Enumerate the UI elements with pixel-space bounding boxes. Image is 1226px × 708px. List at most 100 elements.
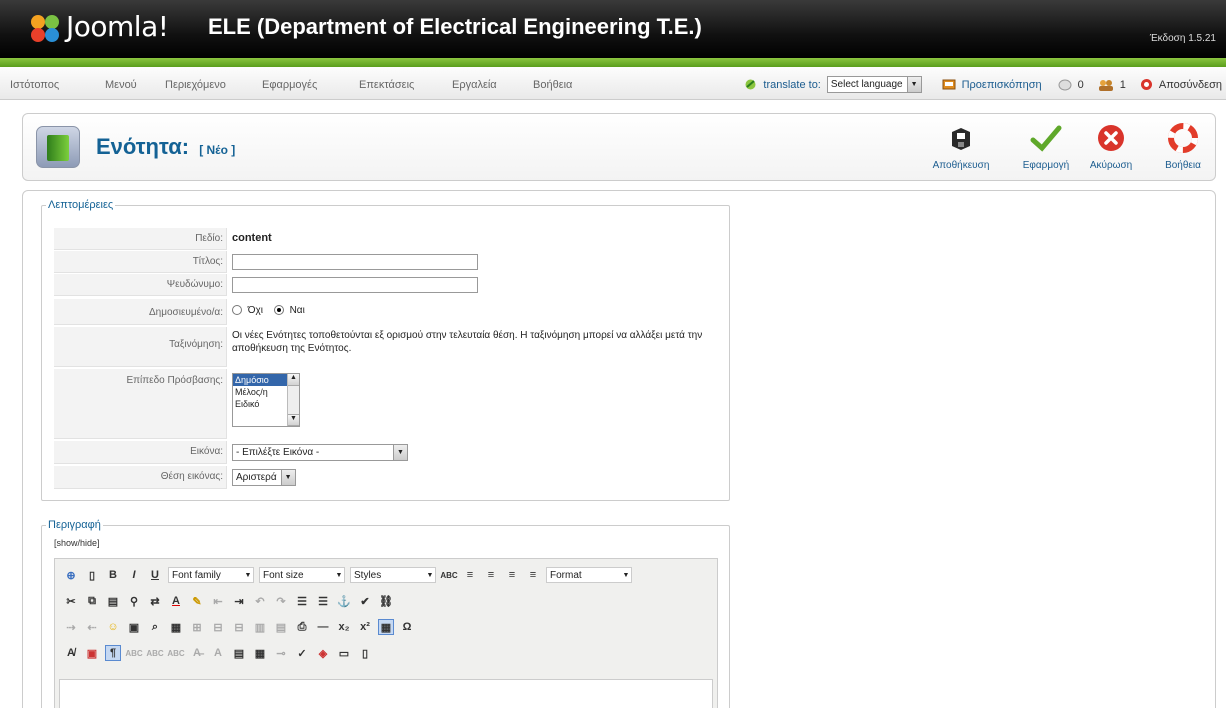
highlight-icon[interactable]: ✎ [189,593,205,609]
align-left-icon[interactable]: ≡ [462,567,478,583]
insert-icon[interactable]: A [210,645,226,661]
menu-item-extensions[interactable]: Επεκτάσεις [359,79,414,91]
find-icon[interactable]: ⚲ [126,593,142,609]
acronym-icon[interactable]: ABC [167,645,184,661]
align-center-icon[interactable]: ≡ [483,567,499,583]
menu-item-tools[interactable]: Εργαλεία [452,79,497,91]
apply-button[interactable]: Εφαρμογή [1014,122,1078,171]
nonbreaking-icon[interactable]: ⊸ [273,645,289,661]
menu-status-area: translate to: Select language ▼ Προεπισκ… [744,76,1222,93]
messages-count[interactable]: 0 [1078,79,1084,91]
cancel-button[interactable]: Ακύρωση [1079,122,1143,171]
table-col-icon[interactable]: ⊟ [231,619,247,635]
special-char-icon[interactable]: Ω [399,619,415,635]
spellcheck-icon[interactable]: ✓ [294,645,310,661]
logout-link[interactable]: Αποσύνδεση [1159,79,1222,91]
editor-content-area[interactable] [59,679,713,708]
image-position-label: Θέση εικόνας: [54,466,227,489]
emoticon-icon[interactable]: ☺ [105,619,121,635]
menu-item-help[interactable]: Βοήθεια [533,79,572,91]
published-no-radio[interactable] [232,305,242,316]
font-family-select[interactable]: Font family ▼ [168,567,254,583]
split-view-icon[interactable]: ▯ [357,645,373,661]
format-select[interactable]: Format ▼ [546,567,632,583]
lifebuoy-help-icon [1167,122,1199,154]
align-justify-icon[interactable]: ≡ [525,567,541,583]
cite-icon[interactable]: ABC [125,645,142,661]
table-row-icon[interactable]: ⊟ [210,619,226,635]
help-button[interactable]: Βοήθεια [1151,122,1215,171]
indent-icon[interactable]: ⇥ [231,593,247,609]
menu-item-components[interactable]: Εφαρμογές [262,79,317,91]
preview-icon[interactable]: ⌕ [147,619,163,635]
undo-icon[interactable]: ↶ [252,593,268,609]
cancel-icon [1095,122,1127,154]
styles-select[interactable]: Styles ▼ [350,567,436,583]
bold-icon[interactable]: B [105,567,121,583]
superscript-icon[interactable]: x² [357,619,373,635]
site-title: ELE (Department of Electrical Engineerin… [208,14,702,39]
table-merge-icon[interactable]: ▤ [273,619,289,635]
alias-input[interactable] [232,277,478,293]
new-document-icon[interactable]: ▯ [84,567,100,583]
replace-icon[interactable]: ⇄ [147,593,163,609]
menu-item-menus[interactable]: Μενού [105,79,137,91]
image-position-select[interactable]: Αριστερά ▼ [232,469,296,486]
title-input[interactable] [232,254,478,270]
menu-item-content[interactable]: Περιεχόμενο [165,79,226,91]
attributes-icon[interactable]: ▤ [231,645,247,661]
abbr-icon[interactable]: ABC [146,645,163,661]
copy-icon[interactable]: ⧉ [84,593,100,609]
italic-icon[interactable]: I [126,567,142,583]
subscript-icon[interactable]: x₂ [336,619,352,635]
show-hide-toggle[interactable]: [show/hide] [54,538,100,548]
access-list-scrollbar[interactable]: ▲ ▼ [287,374,299,426]
layer-icon[interactable]: ▣ [84,645,100,661]
bullet-list-icon[interactable]: ☰ [294,593,310,609]
published-label: Δημοσιευμένο/α: [54,299,227,325]
access-level-list[interactable]: Δημόσιο Μέλος/η Ειδικό ▲ ▼ [232,373,300,427]
preview-link[interactable]: Προεπισκόπηση [962,79,1042,91]
underline-icon[interactable]: U [147,567,163,583]
numbered-list-icon[interactable]: ☰ [315,593,331,609]
table-cell-icon[interactable]: ▥ [252,619,268,635]
template-icon[interactable]: ▦ [252,645,268,661]
align-right-icon[interactable]: ≡ [504,567,520,583]
delete-icon[interactable]: A̶ [189,645,205,661]
code-view-icon[interactable]: ▭ [336,645,352,661]
visual-chars-icon[interactable]: ¶ [105,645,121,661]
pagebreak-icon[interactable]: ◈ [315,645,331,661]
redo-icon[interactable]: ↷ [273,593,289,609]
language-select[interactable]: Select language ▼ [826,76,922,93]
insert-date-icon[interactable]: ▦ [168,619,184,635]
media-icon[interactable]: ▣ [126,619,142,635]
print-icon[interactable]: ⎙ [294,619,310,635]
scroll-up-icon[interactable]: ▲ [288,374,299,386]
table-icon[interactable]: ⊞ [189,619,205,635]
image-select[interactable]: - Επιλέξτε Εικόνα - ▼ [232,444,408,461]
menu-item-site[interactable]: Ιστότοπος [10,79,59,91]
font-size-select[interactable]: Font size ▼ [259,567,345,583]
help-circle-icon[interactable]: ⊕ [63,567,79,583]
horizontal-rule-icon[interactable]: — [315,619,331,635]
chevron-down-icon: ▼ [906,77,921,92]
users-count[interactable]: 1 [1120,79,1126,91]
description-fieldset: Περιγραφή [show/hide] ⊕ ▯ B I U Font fam… [41,519,730,708]
outdent-icon[interactable]: ⇤ [210,593,226,609]
paste-icon[interactable]: ▤ [105,593,121,609]
published-yes-radio[interactable] [273,305,284,316]
strikethrough-icon[interactable]: ABC [440,567,457,583]
ltr-icon[interactable]: ⇢ [63,619,79,635]
fullscreen-icon[interactable]: ▦ [378,619,394,635]
cleanup-icon[interactable]: ✔ [357,593,373,609]
anchor-icon[interactable]: ⚓ [336,593,352,609]
scroll-down-icon[interactable]: ▼ [288,414,299,426]
link-icon[interactable]: ⛓ [378,593,394,609]
details-legend: Λεπτομέρειες [48,199,114,211]
cut-icon[interactable]: ✂ [63,593,79,609]
text-color-icon[interactable]: A [168,593,184,609]
remove-format-icon[interactable]: A̸ [63,645,79,661]
save-button[interactable]: Αποθήκευση [929,122,993,171]
font-size-value: Font size [263,569,304,581]
rtl-icon[interactable]: ⇠ [84,619,100,635]
